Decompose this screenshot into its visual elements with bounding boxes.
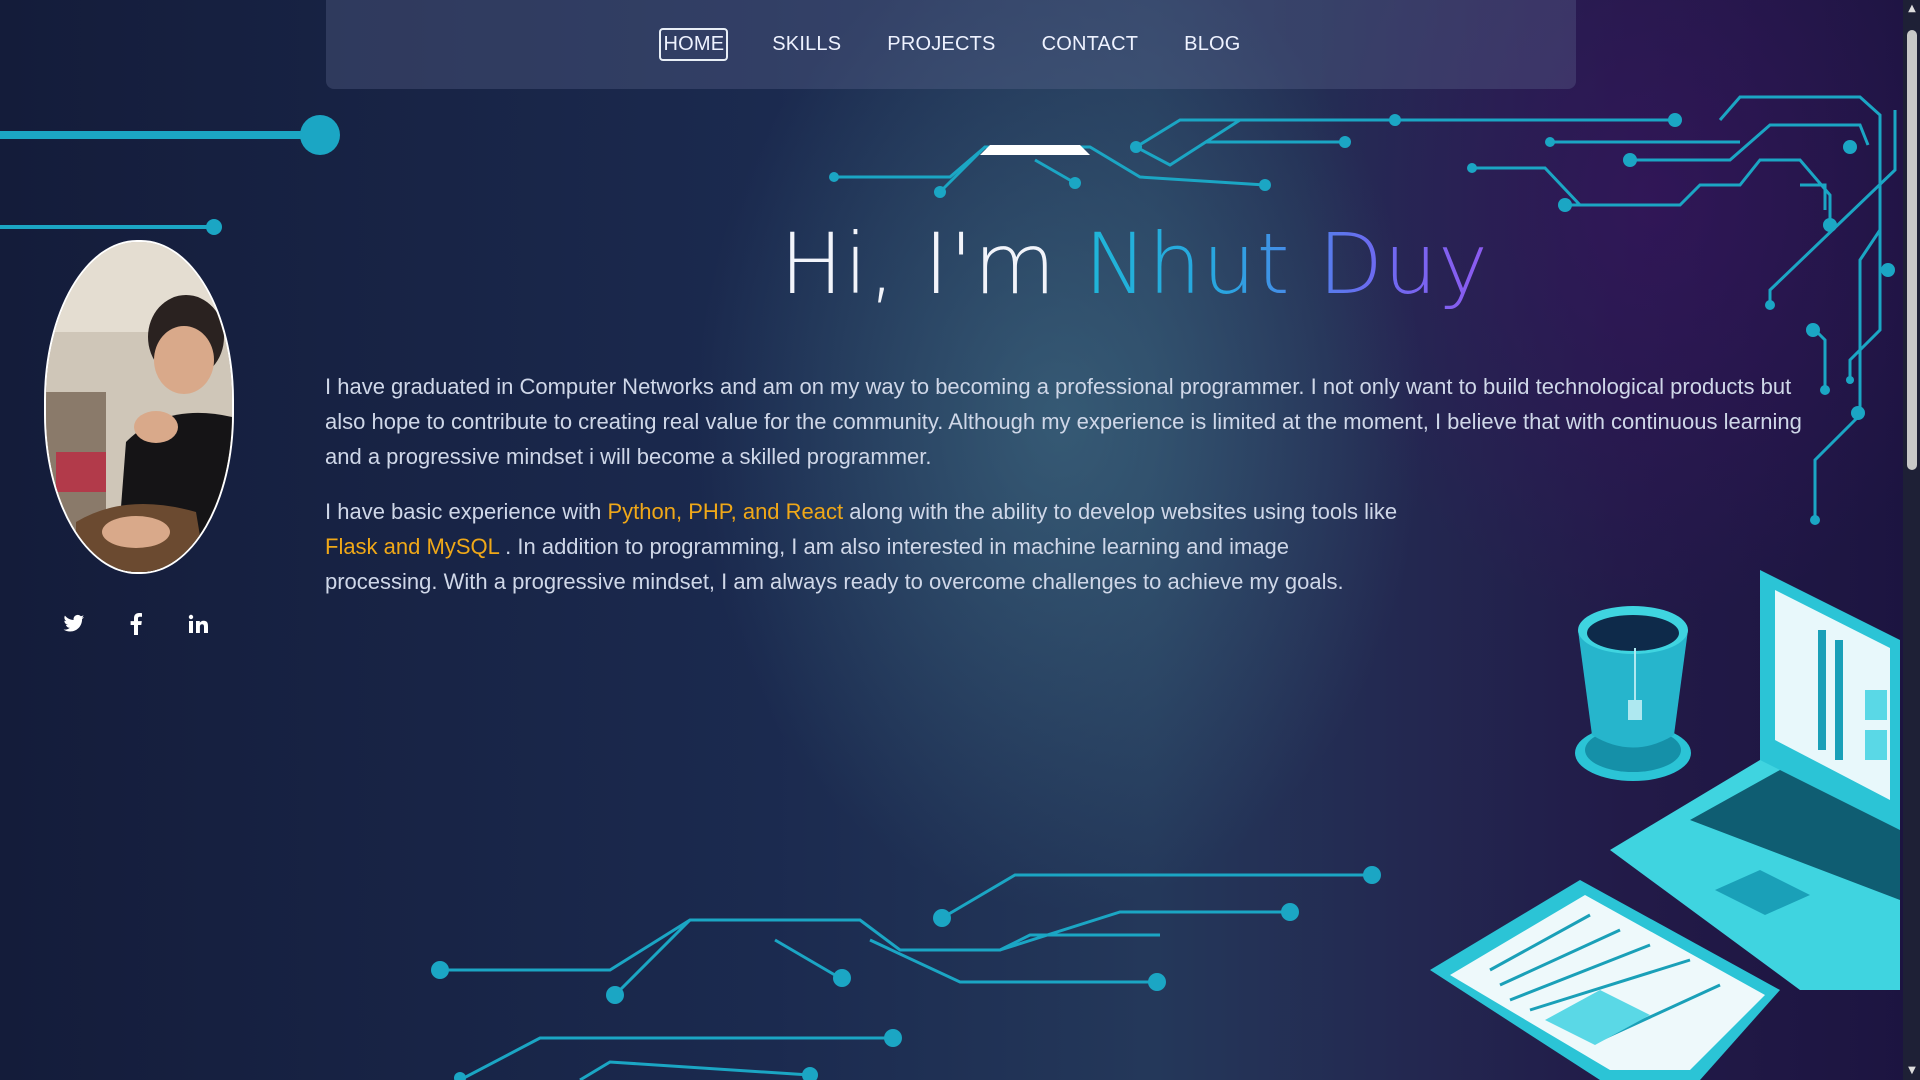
- about-paragraph-2: I have basic experience with Python, PHP…: [325, 494, 1405, 599]
- profile-photo: [44, 240, 234, 574]
- twitter-icon[interactable]: [62, 612, 86, 636]
- nav-projects[interactable]: PROJECTS: [885, 29, 997, 60]
- nav-home[interactable]: HOME: [659, 28, 729, 61]
- scroll-thumb[interactable]: [1907, 30, 1917, 470]
- nav-contact[interactable]: CONTACT: [1040, 29, 1141, 60]
- about-p2-text-2: along with the ability to develop websit…: [843, 499, 1398, 524]
- skills-highlight-tools: Flask and MySQL: [325, 534, 500, 559]
- about-p2-text-1: I have basic experience with: [325, 499, 608, 524]
- profile-photo-illustration: [46, 242, 232, 572]
- about-paragraph-1: I have graduated in Computer Networks an…: [325, 374, 1802, 469]
- workspace-illustration: [1430, 570, 1900, 1080]
- scroll-down-icon[interactable]: ▼: [1907, 1066, 1917, 1076]
- scroll-up-icon[interactable]: ▲: [1907, 4, 1917, 14]
- hero-name: Nhut Duy: [1084, 215, 1489, 313]
- hero-headline: Hi, I'm Nhut Duy: [780, 215, 1489, 313]
- hero-greeting: Hi, I'm: [780, 215, 1085, 313]
- page-scrollbar[interactable]: ▲ ▼: [1903, 0, 1920, 1080]
- skills-highlight-languages: Python, PHP, and React: [607, 499, 844, 524]
- nav-blog[interactable]: BLOG: [1182, 29, 1242, 60]
- social-links: [62, 612, 210, 636]
- facebook-icon[interactable]: [124, 612, 148, 636]
- nav-skills[interactable]: SKILLS: [770, 29, 843, 60]
- linkedin-icon[interactable]: [186, 612, 210, 636]
- top-navbar: HOME SKILLS PROJECTS CONTACT BLOG: [326, 0, 1576, 89]
